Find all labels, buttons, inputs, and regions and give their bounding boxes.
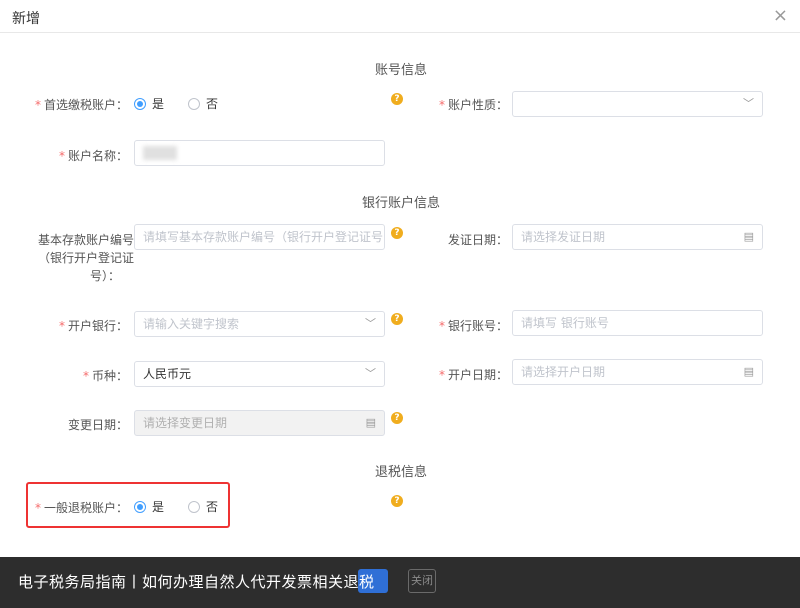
currency-select[interactable]: 人民币元 ﹀ <box>134 361 385 387</box>
question-circle-icon[interactable]: ? <box>391 313 403 325</box>
radio-option-no[interactable]: 否 <box>188 95 218 112</box>
issue-date-picker[interactable]: 请选择发证日期 ▤ <box>512 224 763 250</box>
title-divider <box>0 32 800 33</box>
question-circle-icon[interactable]: ? <box>391 227 403 239</box>
question-circle-icon[interactable]: ? <box>391 93 403 105</box>
dialog-title: 新增 <box>12 11 40 27</box>
open-bank-select[interactable]: 请输入关键字搜索 ﹀ <box>134 311 385 337</box>
question-circle-icon[interactable]: ? <box>391 412 403 424</box>
label-change-date: 变更日期： <box>67 418 128 432</box>
preferred-tax-account-radio-group: 是 否 <box>134 95 242 112</box>
change-date-picker: 请选择变更日期 ▤ <box>134 410 385 436</box>
redacted-value <box>143 146 177 160</box>
question-circle-icon[interactable]: ? <box>391 495 403 507</box>
bank-account-no-input[interactable]: 请填写 银行账号 <box>512 310 763 336</box>
label-basic-deposit-no: 基本存款账户编号 （银行开户登记证 号）： <box>37 233 134 283</box>
label-currency: * 币种： <box>82 369 128 383</box>
calendar-icon: ▤ <box>365 416 376 429</box>
close-button[interactable]: 关闭 <box>408 569 436 593</box>
label-open-date: * 开户日期： <box>438 368 508 382</box>
section-title-account-info: 账号信息 <box>374 63 427 78</box>
label-open-bank: * 开户银行： <box>58 319 128 333</box>
banner-caption: 电子税务局指南丨如何办理自然人代开发票相关退税 <box>18 573 375 591</box>
label-issue-date: 发证日期： <box>447 233 508 247</box>
close-icon[interactable]: × <box>773 6 788 26</box>
section-title-refund-info: 退税信息 <box>374 465 427 480</box>
chevron-down-icon: ﹀ <box>743 97 754 110</box>
account-nature-select[interactable]: ﹀ <box>512 91 763 117</box>
account-name-input[interactable] <box>134 140 385 166</box>
radio-option-yes[interactable]: 是 <box>134 95 164 112</box>
label-account-name: * 账户名称： <box>58 149 128 163</box>
calendar-icon: ▤ <box>743 230 754 243</box>
radio-no[interactable] <box>188 97 201 110</box>
section-title-bank-info: 银行账户信息 <box>361 196 440 211</box>
highlight-box <box>26 482 230 528</box>
label-preferred-tax-account: * 首选缴税账户： <box>34 98 128 112</box>
radio-yes-checked[interactable] <box>134 97 146 110</box>
label-account-nature: * 账户性质： <box>438 98 508 112</box>
chevron-down-icon: ﹀ <box>365 367 376 380</box>
label-bank-account-no: * 银行账号： <box>438 319 508 333</box>
chevron-down-icon: ﹀ <box>365 317 376 330</box>
basic-deposit-no-input[interactable]: 请填写基本存款账户编号（银行开户登记证号 <box>134 224 385 250</box>
open-date-picker[interactable]: 请选择开户日期 ▤ <box>512 359 763 385</box>
calendar-icon: ▤ <box>743 365 754 378</box>
